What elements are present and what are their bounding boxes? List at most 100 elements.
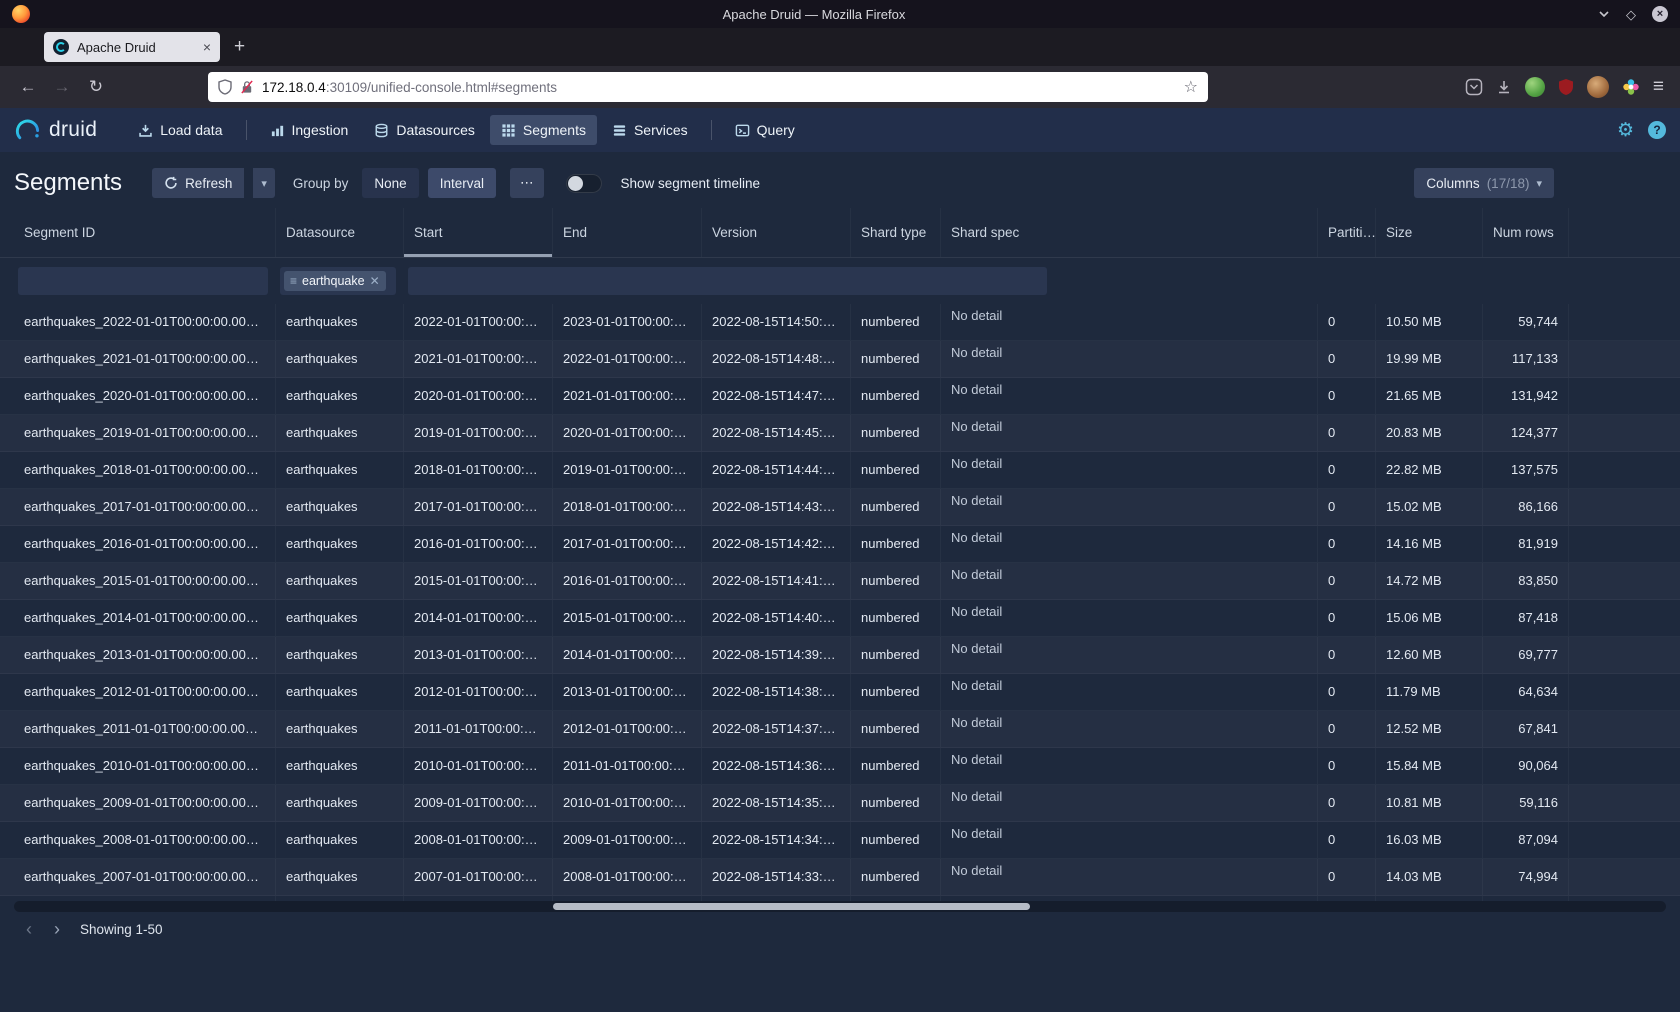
cell-end[interactable]: 2017-01-01T00:00:00.0… (553, 526, 702, 562)
cell-start[interactable]: 2012-01-01T00:00:00.0… (404, 674, 553, 710)
table-row[interactable]: earthquakes_2011-01-01T00:00:00.000Z_2… … (0, 711, 1680, 748)
cell-version[interactable]: 2022-08-15T14:45:49.1… (702, 415, 851, 451)
cell-end[interactable]: 2016-01-01T00:00:00.0… (553, 563, 702, 599)
cell-end[interactable]: 2018-01-01T00:00:00.0… (553, 489, 702, 525)
table-row[interactable]: earthquakes_2009-01-01T00:00:00.000Z_2… … (0, 785, 1680, 822)
table-row[interactable]: earthquakes_2016-01-01T00:00:00.000Z_2… … (0, 526, 1680, 563)
cell-version[interactable]: 2022-08-15T14:37:28.7… (702, 711, 851, 747)
cell-shard-type[interactable]: numbered (851, 563, 941, 599)
cell-version[interactable]: 2022-08-15T14:41:18.7… (702, 563, 851, 599)
nav-item-ingestion[interactable]: Ingestion (259, 115, 360, 145)
druid-logo[interactable]: druid (14, 117, 97, 144)
segment-timeline-toggle[interactable] (566, 174, 602, 193)
datasource-filter-tag[interactable]: ≡ earthquake ✕ (284, 271, 386, 291)
table-row[interactable]: earthquakes_2010-01-01T00:00:00.000Z_2… … (0, 748, 1680, 785)
column-header-shard-spec[interactable]: Shard spec (941, 208, 1318, 257)
cell-segment-id[interactable]: earthquakes_2018-01-01T00:00:00.000Z_2… (14, 452, 276, 488)
cell-size[interactable]: 11.79 MB (1376, 674, 1483, 710)
cell-partition[interactable]: 0 (1318, 304, 1376, 340)
cell-shard-spec[interactable]: No detail (941, 711, 1318, 747)
cell-num-rows[interactable]: 87,094 (1483, 822, 1569, 858)
column-header-version[interactable]: Version (702, 208, 851, 257)
cell-datasource[interactable]: earthquakes (276, 785, 404, 821)
close-button[interactable]: × (1652, 6, 1668, 22)
cell-size[interactable]: 12.52 MB (1376, 711, 1483, 747)
download-icon[interactable] (1496, 79, 1512, 95)
cell-partition[interactable]: 0 (1318, 452, 1376, 488)
cell-shard-spec[interactable]: No detail (941, 822, 1318, 858)
cell-segment-id[interactable]: earthquakes_2022-01-01T00:00:00.000Z_2… (14, 304, 276, 340)
cell-shard-spec[interactable]: No detail (941, 526, 1318, 562)
menu-icon[interactable]: ≡ (1653, 76, 1664, 98)
cell-version[interactable]: 2022-08-15T14:39:12.5… (702, 637, 851, 673)
cell-version[interactable]: 2022-08-15T14:47:13.5… (702, 378, 851, 414)
cell-size[interactable]: 16.03 MB (1376, 822, 1483, 858)
cell-end[interactable]: 2021-01-01T00:00:00.0… (553, 378, 702, 414)
filter-datasource-input[interactable]: ≡ earthquake ✕ (280, 267, 396, 295)
cell-segment-id[interactable]: earthquakes_2007-01-01T00:00:00.000Z_2… (14, 859, 276, 895)
cell-start[interactable]: 2018-01-01T00:00:00.0… (404, 452, 553, 488)
cell-size[interactable]: 15.84 MB (1376, 748, 1483, 784)
cell-num-rows[interactable]: 87,418 (1483, 600, 1569, 636)
cell-shard-spec[interactable]: No detail (941, 341, 1318, 377)
cell-start[interactable]: 2013-01-01T00:00:00.0… (404, 637, 553, 673)
extension-pinwheel-icon[interactable] (1622, 78, 1640, 96)
cell-start[interactable]: 2011-01-01T00:00:00.0… (404, 711, 553, 747)
cell-shard-spec[interactable]: No detail (941, 859, 1318, 895)
cell-segment-id[interactable]: earthquakes_2008-01-01T00:00:00.000Z_2… (14, 822, 276, 858)
reload-button[interactable]: ↻ (80, 72, 112, 102)
cell-shard-type[interactable]: numbered (851, 415, 941, 451)
cell-end[interactable]: 2008-01-01T00:00:00.0… (553, 859, 702, 895)
cell-segment-id[interactable]: earthquakes_2015-01-01T00:00:00.000Z_2… (14, 563, 276, 599)
group-by-none-button[interactable]: None (362, 168, 418, 198)
cell-segment-id[interactable]: earthquakes_2013-01-01T00:00:00.000Z_2… (14, 637, 276, 673)
cell-partition[interactable]: 0 (1318, 415, 1376, 451)
cell-shard-spec[interactable]: No detail (941, 674, 1318, 710)
table-row[interactable]: earthquakes_2017-01-01T00:00:00.000Z_2… … (0, 489, 1680, 526)
cell-datasource[interactable]: earthquakes (276, 304, 404, 340)
cell-version[interactable]: 2022-08-15T14:40:08.4… (702, 600, 851, 636)
cell-shard-spec[interactable]: No detail (941, 748, 1318, 784)
cell-datasource[interactable]: earthquakes (276, 822, 404, 858)
cell-start[interactable]: 2015-01-01T00:00:00.0… (404, 563, 553, 599)
cell-num-rows[interactable]: 64,634 (1483, 674, 1569, 710)
cell-end[interactable]: 2014-01-01T00:00:00.0… (553, 637, 702, 673)
minimize-button[interactable] (1598, 8, 1610, 20)
cell-start[interactable]: 2017-01-01T00:00:00.0… (404, 489, 553, 525)
cell-num-rows[interactable]: 69,777 (1483, 637, 1569, 673)
nav-item-load-data[interactable]: Load data (127, 115, 233, 145)
cell-shard-type[interactable]: numbered (851, 711, 941, 747)
forward-button[interactable]: → (46, 72, 78, 102)
table-row[interactable]: earthquakes_2018-01-01T00:00:00.000Z_2… … (0, 452, 1680, 489)
column-header-partition[interactable]: Partiti… (1318, 208, 1376, 257)
refresh-button[interactable]: Refresh (152, 168, 244, 198)
cell-end[interactable]: 2009-01-01T00:00:00.0… (553, 822, 702, 858)
cell-end[interactable]: 2020-01-01T00:00:00.0… (553, 415, 702, 451)
cell-partition[interactable]: 0 (1318, 489, 1376, 525)
cell-datasource[interactable]: earthquakes (276, 489, 404, 525)
cell-end[interactable]: 2023-01-01T00:00:00.0… (553, 304, 702, 340)
cell-version[interactable]: 2022-08-15T14:48:43.0… (702, 341, 851, 377)
column-header-start[interactable]: Start (404, 208, 553, 257)
cell-datasource[interactable]: earthquakes (276, 859, 404, 895)
column-header-size[interactable]: Size (1376, 208, 1483, 257)
cell-datasource[interactable]: earthquakes (276, 711, 404, 747)
cell-start[interactable]: 2016-01-01T00:00:00.0… (404, 526, 553, 562)
cell-size[interactable]: 15.06 MB (1376, 600, 1483, 636)
cell-partition[interactable]: 0 (1318, 600, 1376, 636)
nav-item-segments[interactable]: Segments (490, 115, 597, 145)
cell-end[interactable]: 2010-01-01T00:00:00.0… (553, 785, 702, 821)
group-by-interval-button[interactable]: Interval (428, 168, 496, 198)
cell-size[interactable]: 20.83 MB (1376, 415, 1483, 451)
table-row[interactable]: earthquakes_2012-01-01T00:00:00.000Z_2… … (0, 674, 1680, 711)
nav-item-datasources[interactable]: Datasources (363, 115, 486, 145)
cell-partition[interactable]: 0 (1318, 674, 1376, 710)
cell-size[interactable]: 22.82 MB (1376, 452, 1483, 488)
column-header-segment-id[interactable]: Segment ID (14, 208, 276, 257)
next-page-button[interactable]: › (44, 919, 70, 940)
cell-version[interactable]: 2022-08-15T14:42:19.7… (702, 526, 851, 562)
cell-shard-spec[interactable]: No detail (941, 304, 1318, 340)
cell-end[interactable]: 2022-01-01T00:00:00.0… (553, 341, 702, 377)
column-header-datasource[interactable]: Datasource (276, 208, 404, 257)
cell-partition[interactable]: 0 (1318, 563, 1376, 599)
